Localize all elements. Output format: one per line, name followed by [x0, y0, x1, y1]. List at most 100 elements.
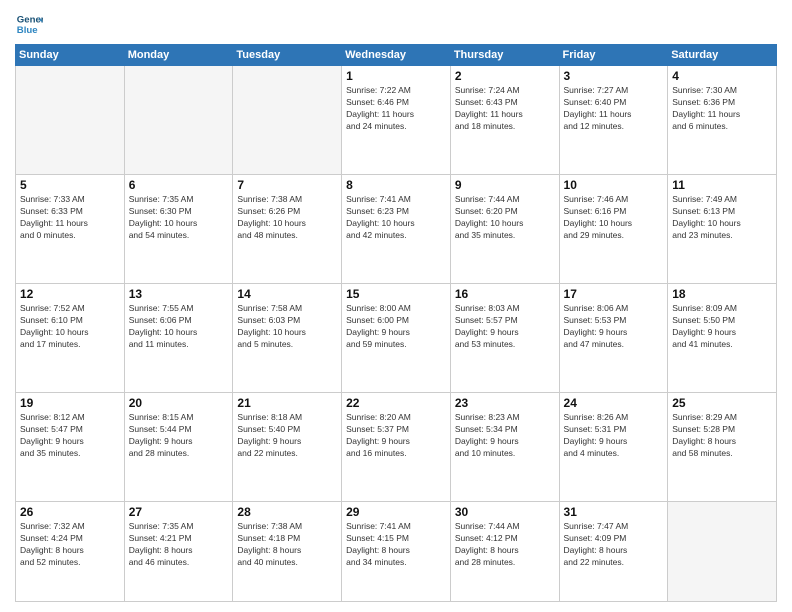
- calendar-cell: 6 Sunrise: 7:35 AM Sunset: 6:30 PM Daylig…: [124, 175, 233, 284]
- day-number: 14: [237, 287, 337, 301]
- day-number: 13: [129, 287, 229, 301]
- day-number: 12: [20, 287, 120, 301]
- day-info: Sunrise: 8:29 AM Sunset: 5:28 PM Dayligh…: [672, 412, 772, 460]
- day-number: 21: [237, 396, 337, 410]
- day-info: Sunrise: 8:23 AM Sunset: 5:34 PM Dayligh…: [455, 412, 555, 460]
- svg-text:General: General: [17, 14, 43, 25]
- day-info: Sunrise: 7:38 AM Sunset: 6:26 PM Dayligh…: [237, 194, 337, 242]
- calendar-cell: 31 Sunrise: 7:47 AM Sunset: 4:09 PM Dayli…: [559, 502, 668, 602]
- calendar-cell: 25 Sunrise: 8:29 AM Sunset: 5:28 PM Dayli…: [668, 393, 777, 502]
- calendar-cell: [16, 66, 125, 175]
- calendar-cell: 18 Sunrise: 8:09 AM Sunset: 5:50 PM Dayli…: [668, 284, 777, 393]
- calendar-cell: 2 Sunrise: 7:24 AM Sunset: 6:43 PM Daylig…: [450, 66, 559, 175]
- header: General Blue: [15, 10, 777, 38]
- day-info: Sunrise: 7:58 AM Sunset: 6:03 PM Dayligh…: [237, 303, 337, 351]
- day-number: 1: [346, 69, 446, 83]
- day-info: Sunrise: 8:00 AM Sunset: 6:00 PM Dayligh…: [346, 303, 446, 351]
- calendar-cell: 9 Sunrise: 7:44 AM Sunset: 6:20 PM Daylig…: [450, 175, 559, 284]
- day-number: 6: [129, 178, 229, 192]
- weekday-header-sunday: Sunday: [16, 45, 125, 66]
- calendar-cell: 3Sunrise: 7:27 AM Sunset: 6:40 PM Daylig…: [559, 66, 668, 175]
- day-info: Sunrise: 7:44 AM Sunset: 6:20 PM Dayligh…: [455, 194, 555, 242]
- day-info: Sunrise: 7:52 AM Sunset: 6:10 PM Dayligh…: [20, 303, 120, 351]
- calendar-cell: 23 Sunrise: 8:23 AM Sunset: 5:34 PM Dayli…: [450, 393, 559, 502]
- logo-icon: General Blue: [15, 10, 43, 38]
- day-info: Sunrise: 8:09 AM Sunset: 5:50 PM Dayligh…: [672, 303, 772, 351]
- calendar-cell: 15 Sunrise: 8:00 AM Sunset: 6:00 PM Dayli…: [342, 284, 451, 393]
- day-info: Sunrise: 7:35 AM Sunset: 6:30 PM Dayligh…: [129, 194, 229, 242]
- day-number: 18: [672, 287, 772, 301]
- day-number: 31: [564, 505, 664, 519]
- day-info: Sunrise: 7:32 AM Sunset: 4:24 PM Dayligh…: [20, 521, 120, 569]
- day-number: 7: [237, 178, 337, 192]
- logo: General Blue: [15, 10, 43, 38]
- calendar-cell: 22 Sunrise: 8:20 AM Sunset: 5:37 PM Dayli…: [342, 393, 451, 502]
- day-info: Sunrise: 7:49 AM Sunset: 6:13 PM Dayligh…: [672, 194, 772, 242]
- day-number: 20: [129, 396, 229, 410]
- day-info: Sunrise: 7:24 AM Sunset: 6:43 PM Dayligh…: [455, 85, 555, 133]
- day-info: Sunrise: 8:06 AM Sunset: 5:53 PM Dayligh…: [564, 303, 664, 351]
- day-info: Sunrise: 8:12 AM Sunset: 5:47 PM Dayligh…: [20, 412, 120, 460]
- day-number: 9: [455, 178, 555, 192]
- day-number: 15: [346, 287, 446, 301]
- day-info: Sunrise: 8:20 AM Sunset: 5:37 PM Dayligh…: [346, 412, 446, 460]
- day-number: 30: [455, 505, 555, 519]
- day-info: Sunrise: 7:27 AM Sunset: 6:40 PM Dayligh…: [564, 85, 664, 133]
- weekday-header-monday: Monday: [124, 45, 233, 66]
- day-number: 22: [346, 396, 446, 410]
- day-number: 10: [564, 178, 664, 192]
- calendar-cell: [124, 66, 233, 175]
- day-info: Sunrise: 7:30 AM Sunset: 6:36 PM Dayligh…: [672, 85, 772, 133]
- weekday-header-wednesday: Wednesday: [342, 45, 451, 66]
- calendar-week-3: 12 Sunrise: 7:52 AM Sunset: 6:10 PM Dayli…: [16, 284, 777, 393]
- day-number: 29: [346, 505, 446, 519]
- day-info: Sunrise: 7:38 AM Sunset: 4:18 PM Dayligh…: [237, 521, 337, 569]
- day-info: Sunrise: 8:26 AM Sunset: 5:31 PM Dayligh…: [564, 412, 664, 460]
- day-number: 27: [129, 505, 229, 519]
- weekday-header-saturday: Saturday: [668, 45, 777, 66]
- calendar-cell: 10 Sunrise: 7:46 AM Sunset: 6:16 PM Dayli…: [559, 175, 668, 284]
- day-number: 28: [237, 505, 337, 519]
- day-info: Sunrise: 7:44 AM Sunset: 4:12 PM Dayligh…: [455, 521, 555, 569]
- day-info: Sunrise: 7:47 AM Sunset: 4:09 PM Dayligh…: [564, 521, 664, 569]
- day-number: 23: [455, 396, 555, 410]
- day-number: 25: [672, 396, 772, 410]
- day-info: Sunrise: 7:55 AM Sunset: 6:06 PM Dayligh…: [129, 303, 229, 351]
- day-info: Sunrise: 8:03 AM Sunset: 5:57 PM Dayligh…: [455, 303, 555, 351]
- day-info: Sunrise: 7:46 AM Sunset: 6:16 PM Dayligh…: [564, 194, 664, 242]
- page: General Blue SundayMondayTuesdayWednesda…: [0, 0, 792, 612]
- day-number: 2: [455, 69, 555, 83]
- calendar-table: SundayMondayTuesdayWednesdayThursdayFrid…: [15, 44, 777, 602]
- day-info: Sunrise: 7:41 AM Sunset: 4:15 PM Dayligh…: [346, 521, 446, 569]
- day-info: Sunrise: 7:33 AM Sunset: 6:33 PM Dayligh…: [20, 194, 120, 242]
- calendar-cell: 29 Sunrise: 7:41 AM Sunset: 4:15 PM Dayli…: [342, 502, 451, 602]
- day-number: 11: [672, 178, 772, 192]
- calendar-week-1: 1 Sunrise: 7:22 AM Sunset: 6:46 PM Daylig…: [16, 66, 777, 175]
- calendar-cell: 14 Sunrise: 7:58 AM Sunset: 6:03 PM Dayli…: [233, 284, 342, 393]
- day-number: 4: [672, 69, 772, 83]
- day-number: 5: [20, 178, 120, 192]
- weekday-header-friday: Friday: [559, 45, 668, 66]
- calendar-cell: 26Sunrise: 7:32 AM Sunset: 4:24 PM Dayli…: [16, 502, 125, 602]
- calendar-cell: 5 Sunrise: 7:33 AM Sunset: 6:33 PM Daylig…: [16, 175, 125, 284]
- calendar-cell: 11 Sunrise: 7:49 AM Sunset: 6:13 PM Dayli…: [668, 175, 777, 284]
- day-number: 19: [20, 396, 120, 410]
- calendar-cell: 24Sunrise: 8:26 AM Sunset: 5:31 PM Dayli…: [559, 393, 668, 502]
- calendar-cell: 7 Sunrise: 7:38 AM Sunset: 6:26 PM Daylig…: [233, 175, 342, 284]
- calendar-cell: 28 Sunrise: 7:38 AM Sunset: 4:18 PM Dayli…: [233, 502, 342, 602]
- calendar-week-2: 5 Sunrise: 7:33 AM Sunset: 6:33 PM Daylig…: [16, 175, 777, 284]
- day-info: Sunrise: 7:22 AM Sunset: 6:46 PM Dayligh…: [346, 85, 446, 133]
- weekday-header-thursday: Thursday: [450, 45, 559, 66]
- day-number: 17: [564, 287, 664, 301]
- calendar-cell: 20Sunrise: 8:15 AM Sunset: 5:44 PM Dayli…: [124, 393, 233, 502]
- day-number: 8: [346, 178, 446, 192]
- svg-text:Blue: Blue: [17, 25, 38, 36]
- calendar-week-5: 26Sunrise: 7:32 AM Sunset: 4:24 PM Dayli…: [16, 502, 777, 602]
- calendar-week-4: 19 Sunrise: 8:12 AM Sunset: 5:47 PM Dayli…: [16, 393, 777, 502]
- calendar-cell: 19 Sunrise: 8:12 AM Sunset: 5:47 PM Dayli…: [16, 393, 125, 502]
- day-info: Sunrise: 8:18 AM Sunset: 5:40 PM Dayligh…: [237, 412, 337, 460]
- day-info: Sunrise: 7:35 AM Sunset: 4:21 PM Dayligh…: [129, 521, 229, 569]
- calendar-cell: 30 Sunrise: 7:44 AM Sunset: 4:12 PM Dayli…: [450, 502, 559, 602]
- day-info: Sunrise: 7:41 AM Sunset: 6:23 PM Dayligh…: [346, 194, 446, 242]
- calendar-cell: 16Sunrise: 8:03 AM Sunset: 5:57 PM Dayli…: [450, 284, 559, 393]
